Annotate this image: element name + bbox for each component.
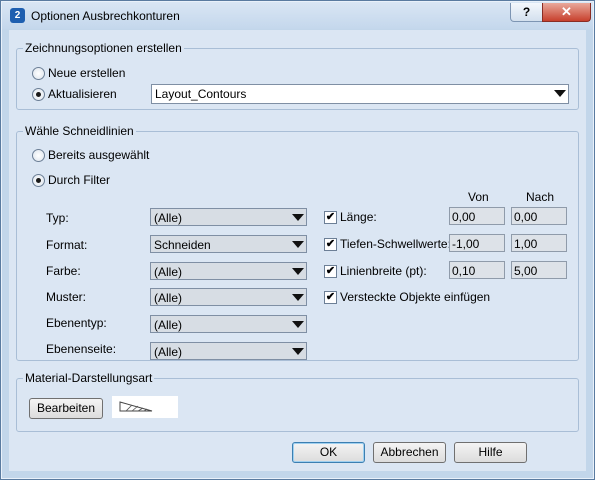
depth-threshold-to-field[interactable]: 1,00: [511, 234, 567, 252]
length-checkbox[interactable]: ✔: [324, 211, 337, 224]
cut-lines-group: Wähle Schneidlinien Bereits ausgewählt D…: [16, 124, 579, 361]
title-bar[interactable]: 2 Optionen Ausbrechkonturen ? ✕: [2, 2, 593, 29]
filter-layer-type-select[interactable]: (Alle): [150, 315, 307, 333]
filter-type-select[interactable]: (Alle): [150, 208, 307, 226]
filter-format-select[interactable]: Schneiden: [150, 235, 307, 253]
radio-update-label[interactable]: Aktualisieren: [48, 87, 117, 101]
close-icon: ✕: [561, 4, 572, 19]
column-to-header: Nach: [526, 190, 555, 204]
line-width-to-field[interactable]: 5,00: [511, 261, 567, 279]
help-title-button[interactable]: ?: [510, 3, 543, 22]
filter-layer-type-label: Ebenentyp:: [46, 316, 107, 330]
depth-threshold-label[interactable]: Tiefen-Schwellwerte:: [340, 237, 451, 251]
filter-type-label: Typ:: [46, 211, 69, 225]
close-button[interactable]: ✕: [542, 3, 591, 22]
dialog-body: Zeichnungsoptionen erstellen Neue erstel…: [9, 30, 586, 471]
filter-format-value: Schneiden: [154, 238, 211, 252]
filter-color-label: Farbe:: [46, 264, 81, 278]
radio-already-selected[interactable]: [32, 149, 45, 162]
filter-layer-side-label: Ebenenseite:: [46, 342, 117, 356]
line-width-label[interactable]: Linienbreite (pt):: [340, 264, 427, 278]
filter-type-value: (Alle): [154, 211, 183, 225]
radio-by-filter[interactable]: [32, 174, 45, 187]
filter-layer-type-value: (Alle): [154, 318, 183, 332]
ok-button[interactable]: OK: [292, 442, 365, 463]
filter-layer-side-select[interactable]: (Alle): [150, 342, 307, 360]
length-from-field[interactable]: 0,00: [449, 207, 505, 225]
radio-by-filter-label[interactable]: Durch Filter: [48, 173, 110, 187]
filter-color-select[interactable]: (Alle): [150, 262, 307, 280]
radio-already-selected-label[interactable]: Bereits ausgewählt: [48, 148, 149, 162]
drawing-options-group: Zeichnungsoptionen erstellen Neue erstel…: [16, 41, 579, 110]
hidden-objects-checkbox[interactable]: ✔: [324, 291, 337, 304]
length-label[interactable]: Länge:: [340, 210, 377, 224]
radio-new-label[interactable]: Neue erstellen: [48, 66, 125, 80]
radio-update[interactable]: [32, 88, 45, 101]
window-title: Optionen Ausbrechkonturen: [31, 9, 180, 23]
hidden-objects-label[interactable]: Versteckte Objekte einfügen: [340, 290, 490, 304]
depth-threshold-checkbox[interactable]: ✔: [324, 238, 337, 251]
material-legend: Material-Darstellungsart: [23, 371, 155, 385]
filter-format-label: Format:: [46, 238, 88, 252]
filter-color-value: (Alle): [154, 265, 183, 279]
cut-lines-legend: Wähle Schneidlinien: [23, 124, 136, 138]
chevron-down-icon: [290, 265, 304, 277]
line-width-from-field[interactable]: 0,10: [449, 261, 505, 279]
layout-select[interactable]: Layout_Contours: [151, 84, 569, 104]
chevron-down-icon: [290, 211, 304, 223]
depth-threshold-from-field[interactable]: -1,00: [449, 234, 505, 252]
filter-pattern-label: Muster:: [46, 290, 87, 304]
filter-layer-side-value: (Alle): [154, 345, 183, 359]
app-icon: 2: [10, 8, 25, 23]
filter-pattern-value: (Alle): [154, 291, 183, 305]
filter-pattern-select[interactable]: (Alle): [150, 288, 307, 306]
chevron-down-icon: [290, 345, 304, 357]
hatch-triangle-icon: [119, 401, 153, 412]
material-preview: [112, 396, 178, 418]
dialog-window: 2 Optionen Ausbrechkonturen ? ✕ Zeichnun…: [0, 0, 595, 480]
chevron-down-icon: [290, 238, 304, 250]
chevron-down-icon: [552, 87, 566, 99]
cancel-button[interactable]: Abbrechen: [373, 442, 446, 463]
radio-new[interactable]: [32, 67, 45, 80]
help-button[interactable]: Hilfe: [454, 442, 527, 463]
length-to-field[interactable]: 0,00: [511, 207, 567, 225]
chevron-down-icon: [290, 318, 304, 330]
chevron-down-icon: [290, 291, 304, 303]
layout-select-value: Layout_Contours: [155, 87, 247, 101]
column-from-header: Von: [468, 190, 489, 204]
line-width-checkbox[interactable]: ✔: [324, 265, 337, 278]
edit-material-button[interactable]: Bearbeiten: [29, 398, 103, 419]
drawing-options-legend: Zeichnungsoptionen erstellen: [23, 41, 184, 55]
